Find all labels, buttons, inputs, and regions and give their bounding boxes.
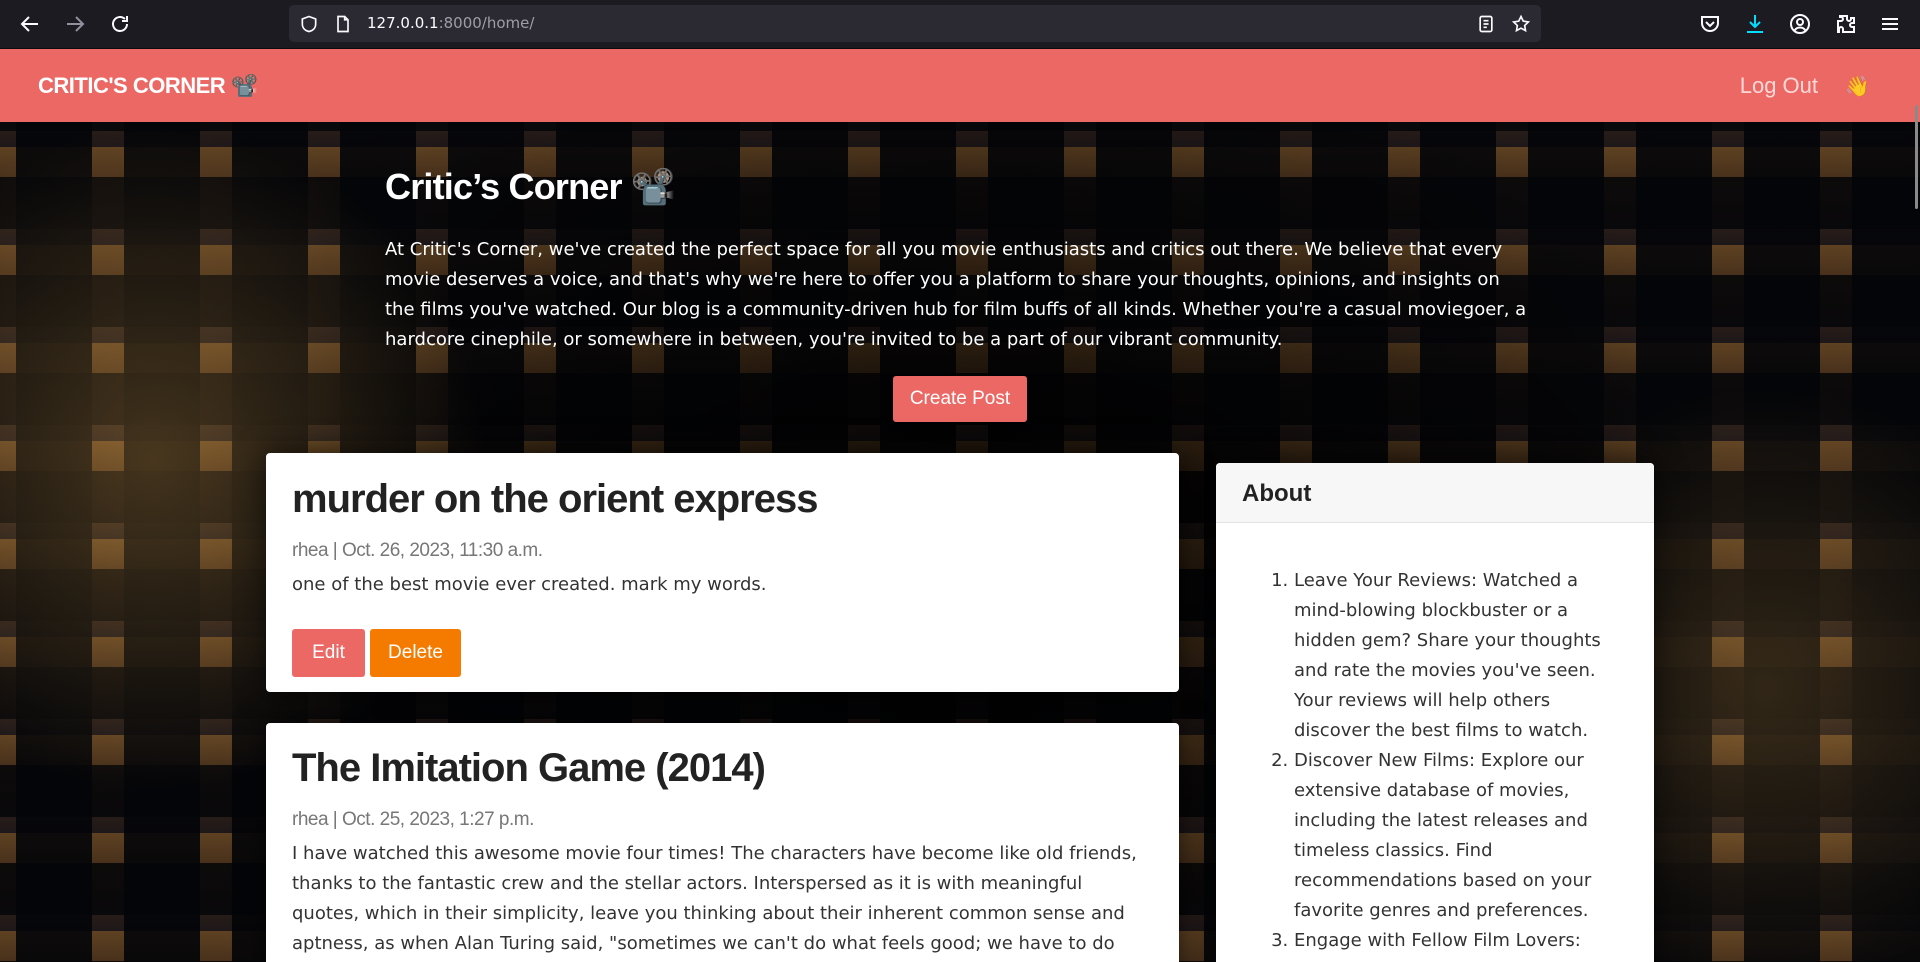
pocket-icon[interactable] <box>1698 12 1722 36</box>
bookmark-star-icon[interactable] <box>1511 14 1531 34</box>
post-title[interactable]: The Imitation Game (2014) <box>292 746 766 791</box>
page-info-icon[interactable] <box>333 14 353 34</box>
reload-icon[interactable] <box>108 12 132 36</box>
navbar: CRITIC'S CORNER 📽️ Log Out 👋 <box>0 49 1920 122</box>
post-meta: rhea | Oct. 25, 2023, 1:27 p.m. <box>292 809 534 830</box>
wave-icon: 👋 <box>1845 74 1870 98</box>
url-bar[interactable]: 127.0.0.1:8000/home/ <box>289 5 1541 42</box>
post-body: one of the best movie ever created. mark… <box>292 574 767 595</box>
reader-view-icon[interactable] <box>1476 14 1496 34</box>
account-icon[interactable] <box>1788 12 1812 36</box>
about-title: About <box>1242 480 1312 507</box>
extensions-icon[interactable] <box>1834 12 1858 36</box>
about-item: Engage with Fellow Film Lovers: <box>1294 926 1630 956</box>
about-header: About <box>1216 463 1654 523</box>
page-title: Critic’s Corner 📽️ <box>385 166 676 207</box>
menu-icon[interactable] <box>1878 12 1902 36</box>
about-list: Leave Your Reviews: Watched a mind-blowi… <box>1270 566 1630 956</box>
create-post-button[interactable]: Create Post <box>893 376 1027 422</box>
edit-button[interactable]: Edit <box>292 629 365 677</box>
intro-text: At Critic's Corner, we've created the pe… <box>385 239 1527 350</box>
browser-toolbar: 127.0.0.1:8000/home/ <box>0 0 1920 49</box>
delete-button[interactable]: Delete <box>370 629 461 677</box>
download-icon[interactable] <box>1743 12 1767 36</box>
shield-icon[interactable] <box>299 14 319 34</box>
back-icon[interactable] <box>18 12 42 36</box>
post-body: I have watched this awesome movie four t… <box>292 843 1137 954</box>
about-item: Leave Your Reviews: Watched a mind-blowi… <box>1294 566 1630 746</box>
url-text[interactable]: 127.0.0.1:8000/home/ <box>367 14 534 32</box>
post-card: The Imitation Game (2014) rhea | Oct. 25… <box>266 723 1179 962</box>
logout-link[interactable]: Log Out <box>1740 73 1818 99</box>
brand-link[interactable]: CRITIC'S CORNER 📽️ <box>38 73 258 99</box>
about-item: Discover New Films: Explore our extensiv… <box>1294 746 1630 926</box>
scrollbar-thumb[interactable] <box>1915 105 1918 209</box>
forward-icon[interactable] <box>63 12 87 36</box>
page-scrollbar[interactable] <box>1912 49 1920 962</box>
post-card: murder on the orient express rhea | Oct.… <box>266 453 1179 692</box>
about-card: About Leave Your Reviews: Watched a mind… <box>1216 463 1654 962</box>
post-meta: rhea | Oct. 26, 2023, 11:30 a.m. <box>292 540 543 561</box>
page-background: CRITIC'S CORNER 📽️ Log Out 👋 Critic’s Co… <box>0 49 1920 962</box>
post-title[interactable]: murder on the orient express <box>292 477 818 522</box>
